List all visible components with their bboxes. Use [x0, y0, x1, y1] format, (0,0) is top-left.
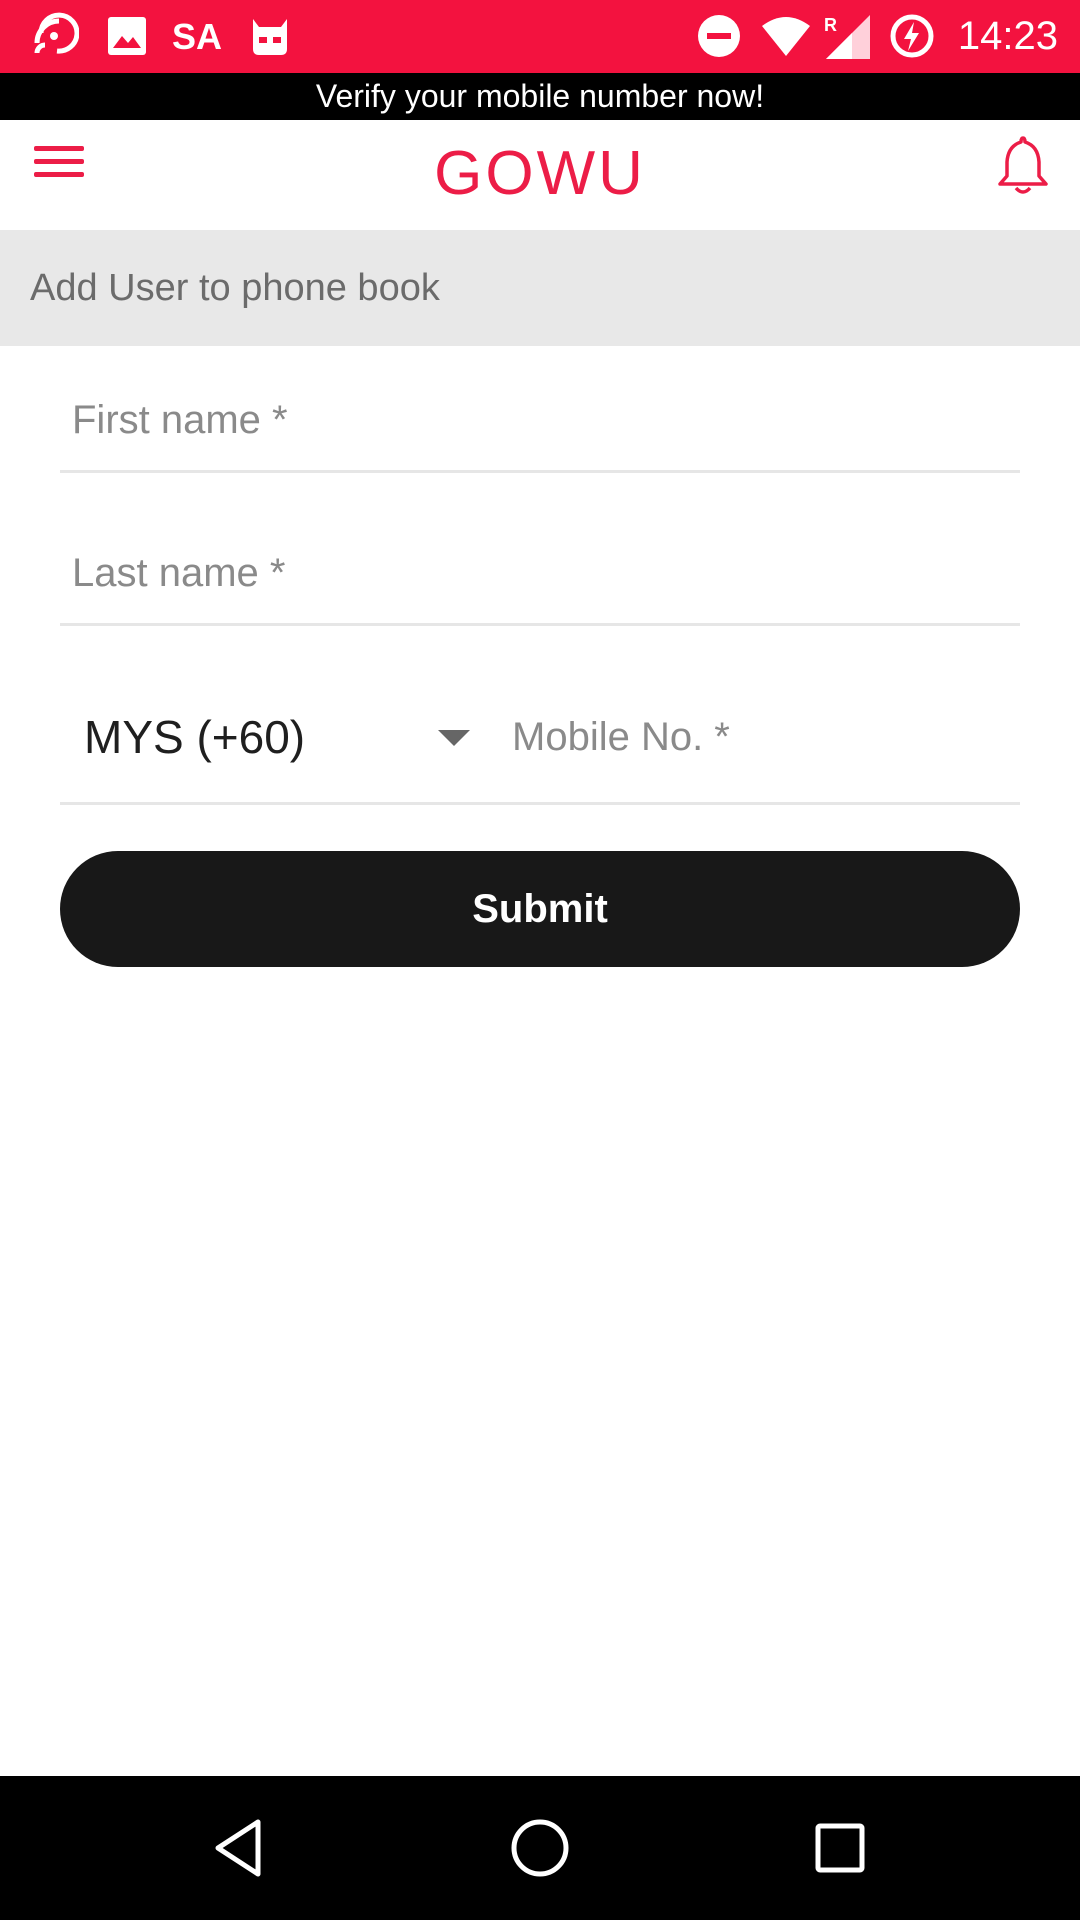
mobile-number-input[interactable]: [510, 713, 1020, 761]
submit-button[interactable]: Submit: [60, 851, 1020, 967]
phone-row: MYS (+60): [60, 672, 1020, 805]
dropdown-caret-icon: [438, 730, 470, 746]
home-icon[interactable]: [504, 1812, 576, 1884]
status-bar: SA R 14:23: [0, 0, 1080, 73]
first-name-input[interactable]: [60, 396, 1020, 444]
verify-banner-text: Verify your mobile number now!: [315, 78, 765, 114]
image-icon: [104, 10, 150, 62]
app-bar: GOWU: [0, 120, 1080, 230]
app-logo: GOWU: [434, 139, 646, 208]
back-icon[interactable]: [204, 1812, 276, 1884]
section-header: Add User to phone book: [0, 230, 1080, 346]
section-title: Add User to phone book: [30, 266, 440, 309]
country-code-value: MYS (+60): [84, 711, 306, 763]
status-time: 14:23: [957, 14, 1058, 58]
mobile-field-container: [510, 672, 1020, 802]
battery-charging-icon: [888, 10, 936, 62]
bell-icon[interactable]: [994, 132, 1052, 198]
cyanogen-icon: [246, 10, 294, 62]
verify-banner[interactable]: Verify your mobile number now!: [0, 73, 1080, 120]
recents-icon[interactable]: [804, 1812, 876, 1884]
signal-roaming-icon: R: [822, 10, 874, 62]
country-code-select[interactable]: MYS (+60): [60, 672, 470, 802]
do-not-disturb-icon: [696, 10, 742, 62]
submit-button-label: Submit: [472, 886, 608, 931]
svg-text:R: R: [824, 15, 837, 35]
wifi-icon: [760, 10, 812, 62]
cast-icon: [28, 10, 80, 62]
last-name-field-container: [60, 523, 1020, 626]
system-nav-bar: [0, 1776, 1080, 1920]
first-name-field-container: [60, 370, 1020, 473]
last-name-input[interactable]: [60, 549, 1020, 597]
carrier-label: SA: [172, 15, 223, 57]
